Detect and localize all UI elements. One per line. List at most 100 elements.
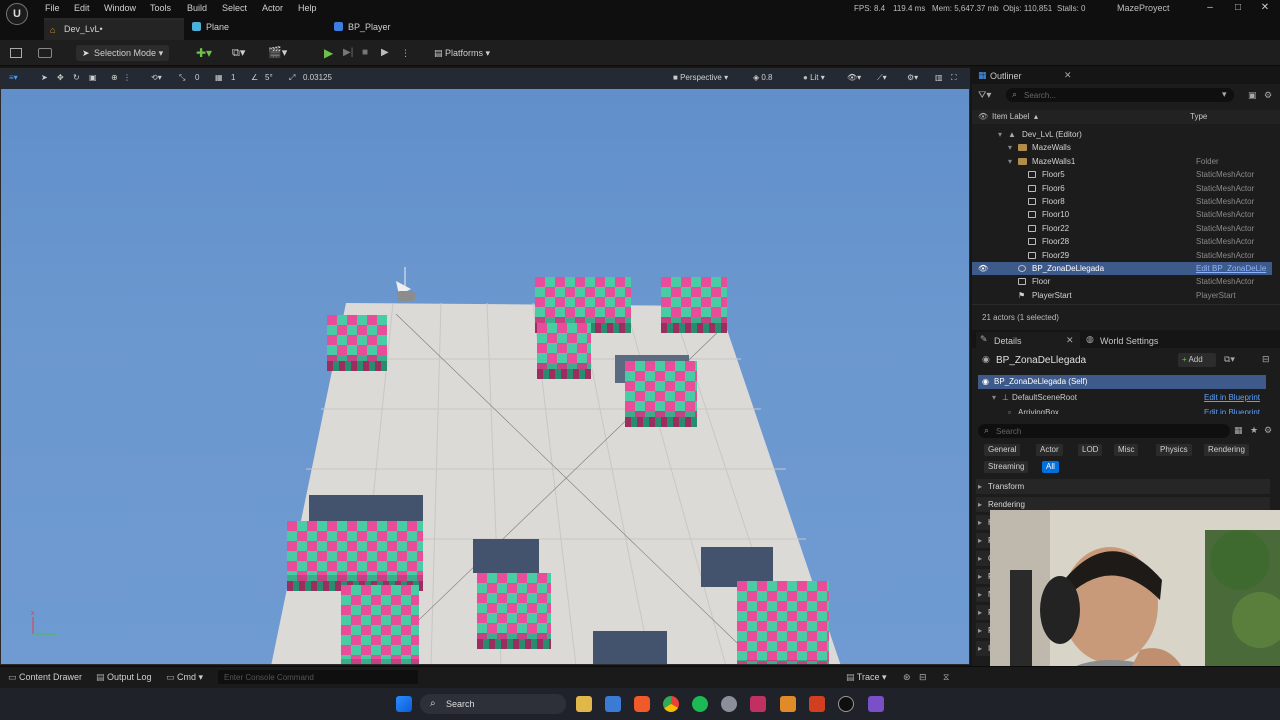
revision-icon[interactable]: ⧖	[943, 672, 949, 683]
tab-plane[interactable]: Plane	[186, 18, 326, 40]
derived-data-icon[interactable]: ⊛	[903, 672, 911, 683]
lock-icon[interactable]: ⊟	[1262, 354, 1270, 365]
chrome-icon[interactable]	[663, 696, 679, 712]
component-row[interactable]: ▾ ⊥ DefaultSceneRoot Edit in Blueprint	[978, 391, 1266, 405]
tab-bp-player[interactable]: BP_Player	[328, 18, 468, 40]
maze-wall-cube[interactable]	[287, 521, 423, 591]
add-folder-icon[interactable]: ▣	[1248, 90, 1257, 101]
menu-help[interactable]: Help	[298, 3, 317, 13]
content-drawer-button[interactable]: ▭ Content Drawer	[8, 672, 82, 683]
outliner-search-input[interactable]: ⌕ Search... ▾	[1006, 88, 1234, 102]
category-rendering[interactable]: Rendering	[1204, 444, 1249, 456]
brave-browser-icon[interactable]	[634, 696, 650, 712]
maze-wall-cube[interactable]	[477, 573, 551, 649]
app-icon[interactable]	[809, 696, 825, 712]
category-actor[interactable]: Actor	[1036, 444, 1063, 456]
menu-select[interactable]: Select	[222, 3, 247, 13]
visual-studio-icon[interactable]	[868, 696, 884, 712]
more-options-icon[interactable]: ⋮	[401, 45, 410, 61]
cmd-dropdown[interactable]: ▭ Cmd ▾	[166, 672, 203, 683]
outliner-row[interactable]: Floor5 StaticMeshActor	[972, 168, 1272, 181]
maze-wall-cube[interactable]	[737, 581, 829, 664]
tab-world-settings[interactable]: ◍ World Settings	[1082, 332, 1172, 348]
outliner-row[interactable]: Floor22 StaticMeshActor	[972, 222, 1272, 235]
menu-edit[interactable]: Edit	[74, 3, 90, 13]
outliner-row[interactable]: Floor StaticMeshActor	[972, 275, 1272, 288]
category-physics[interactable]: Physics	[1156, 444, 1192, 456]
blender-icon[interactable]	[780, 696, 796, 712]
component-row-self[interactable]: ◉ BP_ZonaDeLlegada (Self)	[978, 375, 1266, 389]
component-row[interactable]: ▫ ArrivingBox Edit in Blueprint	[978, 406, 1266, 414]
maximize-icon[interactable]: □	[1231, 2, 1245, 14]
chevron-down-icon[interactable]: ▾	[1008, 141, 1012, 154]
edit-in-blueprint-link[interactable]: Edit in Blueprint	[1204, 406, 1260, 414]
menu-window[interactable]: Window	[104, 3, 136, 13]
settings-icon[interactable]: ⚙	[1264, 90, 1272, 101]
close-icon[interactable]: ✕	[1258, 2, 1272, 14]
menu-actor[interactable]: Actor	[262, 3, 283, 13]
outliner-row-type[interactable]: Edit BP_ZonaDeLle	[1196, 262, 1266, 275]
table-view-icon[interactable]: ▦	[1234, 425, 1243, 436]
selection-mode-button[interactable]: ➤ Selection Mode ▾	[76, 45, 170, 61]
category-general[interactable]: General	[984, 444, 1021, 456]
maze-wall-cube[interactable]	[341, 585, 419, 664]
star-icon[interactable]: ★	[1250, 425, 1258, 436]
menu-tools[interactable]: Tools	[150, 3, 171, 13]
launch-icon[interactable]: ▶	[381, 45, 389, 61]
app-icon[interactable]	[750, 696, 766, 712]
taskbar-search[interactable]: ⌕ Search	[420, 694, 566, 714]
outliner-row[interactable]: Floor29 StaticMeshActor	[972, 249, 1272, 262]
chevron-down-icon[interactable]: ▾	[1008, 155, 1012, 168]
level-viewport[interactable]: ≡▾ ➤ ✥ ↻ ▣ ⊕ ⋮ ⟲▾ ⤡ 0 ▦ 1 ∠ 5° ⤢ 0.03125…	[0, 68, 970, 665]
edit-in-blueprint-link[interactable]: Edit in Blueprint	[1204, 391, 1260, 405]
outliner-row[interactable]: ▾ MazeWalls	[972, 141, 1272, 154]
category-all[interactable]: All	[1042, 461, 1059, 473]
source-control-icon[interactable]: ⊟	[919, 672, 927, 683]
outliner-row[interactable]: ⚑ PlayerStart PlayerStart	[972, 289, 1272, 302]
details-section[interactable]: ▸ Transform	[976, 479, 1270, 494]
visibility-icon[interactable]: 👁	[978, 110, 988, 124]
platforms-button[interactable]: ▤ Platforms ▾	[434, 45, 490, 61]
trace-button[interactable]: ▤ Trace ▾	[846, 672, 887, 683]
play-button[interactable]: ▶	[324, 45, 333, 61]
outliner-row[interactable]: Floor8 StaticMeshActor	[972, 195, 1272, 208]
chevron-down-icon[interactable]: ▾	[998, 128, 1002, 141]
menu-build[interactable]: Build	[187, 3, 207, 13]
spotify-icon[interactable]	[692, 696, 708, 712]
maze-wall-cube[interactable]	[661, 277, 727, 333]
category-misc[interactable]: Misc	[1114, 444, 1139, 456]
add-component-button[interactable]: + Add	[1178, 353, 1216, 367]
save-icon[interactable]	[10, 48, 22, 58]
add-actor-icon[interactable]: ✚▾	[196, 45, 212, 61]
unreal-logo[interactable]: U	[6, 3, 28, 25]
column-item-label[interactable]: Item Label	[992, 110, 1029, 124]
output-log-button[interactable]: ▤ Output Log	[96, 672, 152, 683]
outliner-row[interactable]: 👁 BP_ZonaDeLlegada Edit BP_ZonaDeLle	[972, 262, 1272, 275]
menu-file[interactable]: File	[45, 3, 60, 13]
close-icon[interactable]: ✕	[1066, 335, 1074, 346]
outliner-row[interactable]: Floor28 StaticMeshActor	[972, 235, 1272, 248]
windows-start-icon[interactable]	[396, 696, 412, 712]
console-command-input[interactable]: Enter Console Command	[218, 670, 418, 684]
content-browser-icon[interactable]	[38, 48, 52, 58]
outliner-row[interactable]: Floor10 StaticMeshActor	[972, 208, 1272, 221]
filter-icon[interactable]: ⛛▾	[978, 90, 991, 101]
tab-dev-lvl[interactable]: ⌂ Dev_LvL•	[44, 18, 184, 40]
maze-wall-cube[interactable]	[537, 323, 591, 379]
settings-icon[interactable]: ⚙	[1264, 425, 1272, 436]
category-streaming[interactable]: Streaming	[984, 461, 1029, 473]
maze-wall-cube[interactable]	[535, 277, 631, 333]
category-lod[interactable]: LOD	[1078, 444, 1103, 456]
visibility-icon[interactable]: 👁	[978, 262, 988, 275]
stop-icon[interactable]: ■	[362, 45, 368, 61]
blueprint-menu-icon[interactable]: ⧉▾	[232, 45, 245, 61]
tab-details[interactable]: ✎ Details ✕	[976, 332, 1080, 348]
settings-app-icon[interactable]	[721, 696, 737, 712]
maze-wall-cube[interactable]	[327, 315, 387, 371]
details-search-input[interactable]: ⌕ Search	[978, 424, 1230, 438]
file-explorer-icon[interactable]	[576, 696, 592, 712]
maze-wall-cube[interactable]	[625, 361, 697, 427]
unreal-engine-icon[interactable]	[838, 696, 854, 712]
cinematics-icon[interactable]: 🎬▾	[268, 45, 287, 61]
close-icon[interactable]: ✕	[1064, 70, 1072, 81]
